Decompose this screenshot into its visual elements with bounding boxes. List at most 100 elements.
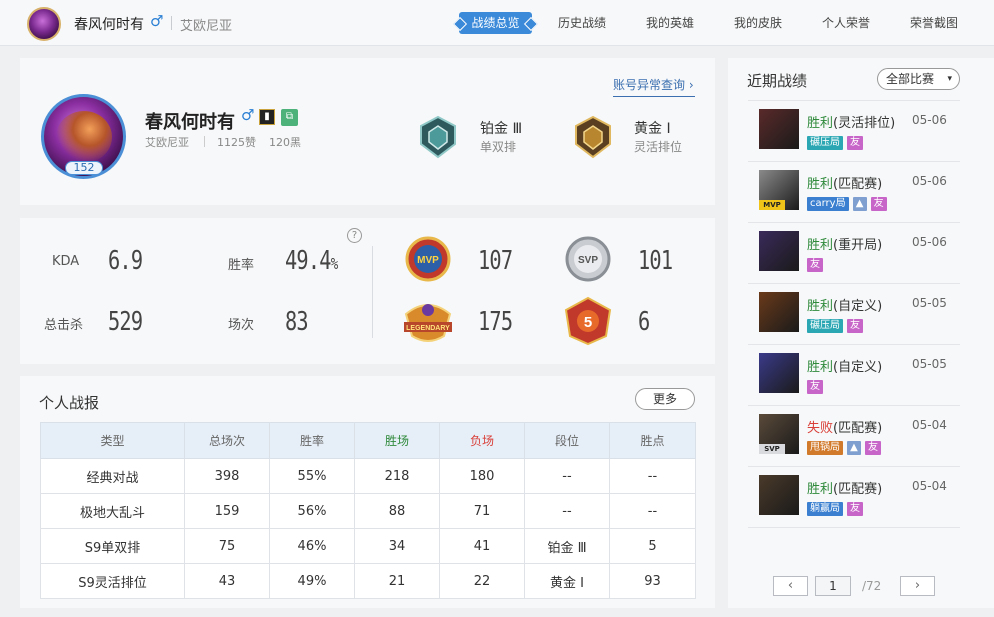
match-tag: 甩锅局 <box>807 441 843 455</box>
more-button[interactable]: 更多 <box>635 388 695 410</box>
cell-wins: 88 <box>354 493 440 529</box>
match-item[interactable]: 胜利(重开局) 05-06 友 <box>748 222 960 283</box>
match-date: 05-06 <box>912 235 947 249</box>
match-tags: 碾压局友 <box>807 319 863 333</box>
mvp-medal-icon: MVP <box>405 236 451 282</box>
col-header-total: 总场次 <box>184 422 270 459</box>
cell-losses: 180 <box>439 458 525 494</box>
account-check-link[interactable]: 账号异常查询 › <box>613 76 695 97</box>
svg-text:5: 5 <box>584 314 592 331</box>
games-label: 场次 <box>228 318 255 333</box>
tab-honor-screenshot[interactable]: 荣誉截图 <box>904 12 964 34</box>
cell-rank: -- <box>524 493 610 529</box>
cell-type: 经典对战 <box>40 458 185 494</box>
match-result: 胜利(自定义) <box>807 295 882 314</box>
gold-rank-icon <box>575 115 611 159</box>
cell-winrate: 46% <box>269 528 355 564</box>
match-item[interactable]: 胜利(自定义) 05-05 友 <box>748 344 960 405</box>
divider <box>171 16 172 30</box>
cell-losses: 22 <box>439 563 525 599</box>
kda-value: 6.9 <box>108 246 143 276</box>
result-label: 胜利 <box>807 360 834 375</box>
divider <box>748 527 960 528</box>
tab-my-heroes[interactable]: 我的英雄 <box>640 12 700 34</box>
winrate-number: 49.4 <box>285 246 332 276</box>
mode-label: (自定义) <box>833 299 883 314</box>
match-item[interactable]: MVP 胜利(匹配赛) 05-06 carry局 ▲ 友 <box>748 161 960 222</box>
avatar[interactable] <box>27 7 61 41</box>
solo-rank-subtitle: 单双排 <box>480 140 517 154</box>
cell-rank: -- <box>524 458 610 494</box>
chevron-down-icon: ▾ <box>947 74 952 84</box>
table-row: S9灵活排位 43 49% 21 22 黄金 Ⅰ 93 <box>40 563 696 599</box>
server-name: 艾欧尼亚 <box>180 19 233 34</box>
honor-icon: ▮ <box>259 109 275 125</box>
match-badge: SVP <box>759 444 785 454</box>
male-icon: ♂ <box>150 12 164 30</box>
table-row: S9单双排 75 46% 34 41 铂金 Ⅲ 5 <box>40 528 696 564</box>
help-icon[interactable]: ? <box>347 228 362 243</box>
tab-personal-honor[interactable]: 个人荣誉 <box>816 12 876 34</box>
recent-match-list: 胜利(灵活排位) 05-06 碾压局友 MVP 胜利(匹配赛) 05-06 carry局 ▲ 友… <box>748 100 960 528</box>
match-tag: 友 <box>847 502 863 516</box>
result-label: 胜利 <box>807 482 834 497</box>
tab-overview[interactable]: 战绩总览 <box>459 12 532 34</box>
profile-name: 春风何时有 <box>145 112 235 133</box>
cell-wins: 21 <box>354 563 440 599</box>
cell-points: -- <box>609 458 696 494</box>
match-filter-dropdown[interactable]: 全部比赛 ▾ <box>877 68 960 90</box>
dislikes-count: 120黑 <box>269 136 301 149</box>
match-tags: 躺赢局友 <box>807 502 863 516</box>
prev-page-button[interactable]: ‹ <box>773 576 808 596</box>
report-title: 个人战报 <box>39 394 100 412</box>
match-item[interactable]: 胜利(匹配赛) 05-04 躺赢局友 <box>748 466 960 527</box>
hero-avatar <box>759 231 799 271</box>
profile-panel: 152 春风何时有 ♂ ▮ ⧉ 艾欧尼亚 1125赞 120黑 账号异常查询 ›… <box>20 58 715 205</box>
cell-type: 极地大乱斗 <box>40 493 185 529</box>
match-tag: 碾压局 <box>807 319 843 333</box>
mode-label: (自定义) <box>833 360 883 375</box>
col-header-rank: 段位 <box>524 422 610 459</box>
match-tags: 甩锅局 ▲ 友 <box>807 441 881 455</box>
mode-label: (匹配赛) <box>833 482 883 497</box>
match-tag: 友 <box>847 136 863 150</box>
match-date: 05-05 <box>912 357 947 371</box>
hero-avatar <box>759 353 799 393</box>
tab-history[interactable]: 历史战绩 <box>552 12 612 34</box>
match-tags: 碾压局友 <box>807 136 863 150</box>
cell-wins: 218 <box>354 458 440 494</box>
next-page-button[interactable]: › <box>900 576 935 596</box>
col-header-points: 胜点 <box>609 422 696 459</box>
kills-value: 529 <box>108 307 143 337</box>
match-item[interactable]: SVP 失败(匹配赛) 05-04 甩锅局 ▲ 友 <box>748 405 960 466</box>
match-date: 05-04 <box>912 479 947 493</box>
image-icon: ▲ <box>852 197 867 211</box>
match-item[interactable]: 胜利(灵活排位) 05-06 碾压局友 <box>748 100 960 161</box>
col-header-losses: 负场 <box>439 422 525 459</box>
cell-points: 93 <box>609 563 696 599</box>
mode-label: (匹配赛) <box>833 177 883 192</box>
tab-my-skins[interactable]: 我的皮肤 <box>728 12 788 34</box>
cell-winrate: 56% <box>269 493 355 529</box>
recent-panel: 近期战绩 全部比赛 ▾ 胜利(灵活排位) 05-06 碾压局友 MVP 胜利(匹配赛) 0… <box>728 58 994 608</box>
copy-icon[interactable]: ⧉ <box>281 109 298 126</box>
pentakill-medal-icon: 5 <box>564 296 612 346</box>
profile-server: 艾欧尼亚 <box>145 136 189 149</box>
match-result: 胜利(自定义) <box>807 356 882 375</box>
kda-label: KDA <box>52 254 80 269</box>
match-tags: 友 <box>807 258 823 272</box>
hero-avatar <box>759 109 799 149</box>
match-tag: 友 <box>847 319 863 333</box>
mode-label: (重开局) <box>833 238 883 253</box>
match-tag: 碾压局 <box>807 136 843 150</box>
match-result: 失败(匹配赛) <box>807 417 882 436</box>
image-icon: ▲ <box>847 441 861 455</box>
result-label: 胜利 <box>807 177 834 192</box>
table-header-row: 类型 总场次 胜率 胜场 负场 段位 胜点 <box>40 422 696 459</box>
match-result: 胜利(灵活排位) <box>807 112 895 131</box>
match-item[interactable]: 胜利(自定义) 05-05 碾压局友 <box>748 283 960 344</box>
total-pages: /72 <box>862 579 882 593</box>
games-value: 83 <box>285 307 309 337</box>
cell-losses: 71 <box>439 493 525 529</box>
match-tags: carry局 ▲ 友 <box>807 197 887 211</box>
